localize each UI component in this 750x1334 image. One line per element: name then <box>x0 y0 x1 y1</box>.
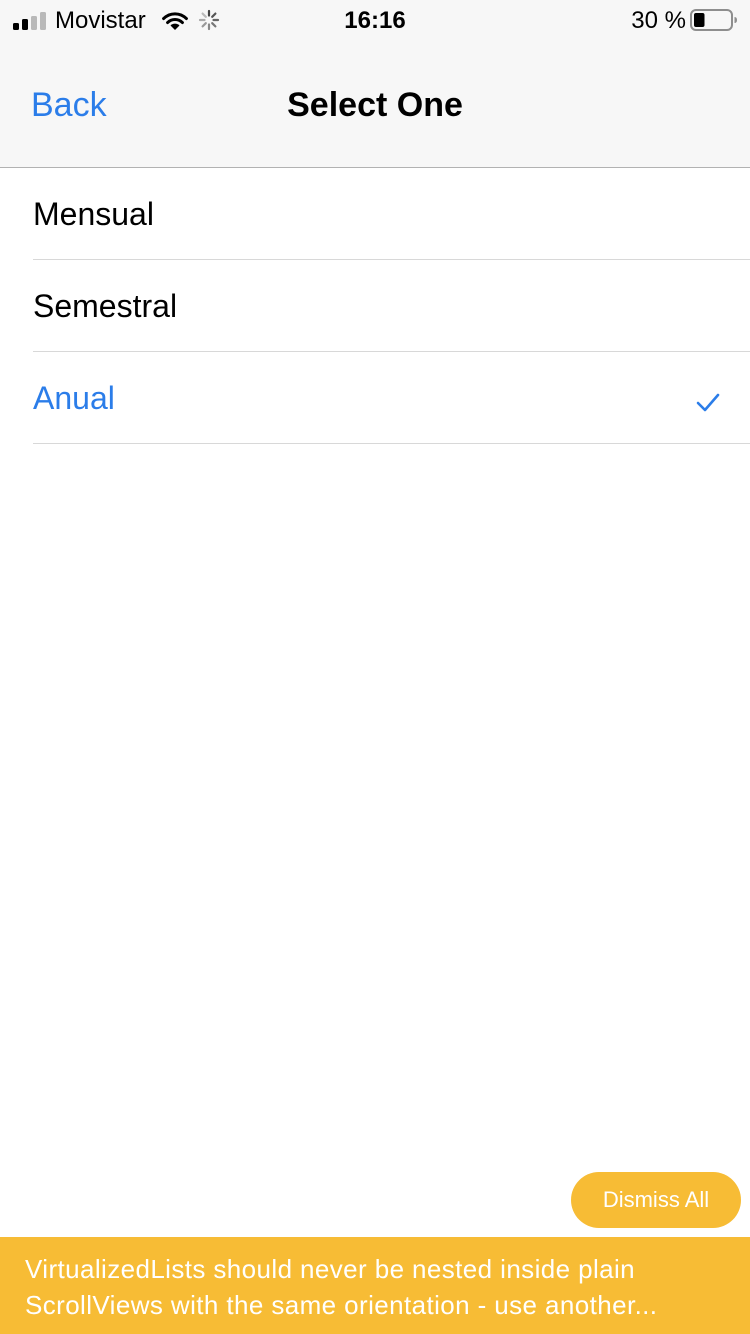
back-button[interactable]: Back <box>31 86 107 125</box>
battery-icon <box>690 9 737 31</box>
option-row-mensual[interactable]: Mensual <box>33 168 750 260</box>
option-row-anual[interactable]: Anual <box>33 352 750 444</box>
navigation-bar: Select One Back <box>0 40 750 168</box>
option-label: Anual <box>33 380 115 416</box>
option-label: Semestral <box>33 288 178 324</box>
status-bar: Movistar 16:16 30 % <box>0 0 750 40</box>
page-title: Select One <box>287 86 463 124</box>
warning-text-line-1: VirtualizedLists should never be nested … <box>25 1254 636 1284</box>
dismiss-all-button[interactable]: Dismiss All <box>571 1172 741 1228</box>
warning-text-line-2: ScrollViews with the same orientation - … <box>25 1290 658 1320</box>
option-list: Mensual Semestral Anual <box>0 168 750 444</box>
option-row-semestral[interactable]: Semestral <box>33 260 750 352</box>
warning-banner[interactable]: VirtualizedLists should never be nested … <box>0 1237 750 1334</box>
checkmark-icon <box>696 393 720 412</box>
option-label: Mensual <box>33 196 154 232</box>
screen: Movistar 16:16 30 % Select One Back Mens… <box>0 0 750 1334</box>
battery-percent: 30 % <box>631 7 686 34</box>
